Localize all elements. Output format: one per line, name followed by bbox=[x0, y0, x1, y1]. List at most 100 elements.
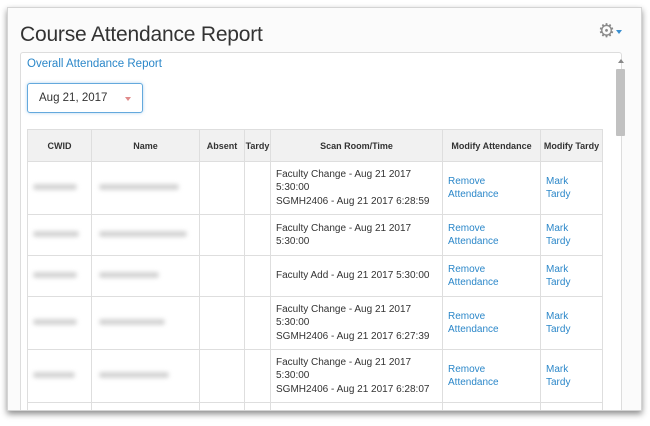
cwid-cell-redacted bbox=[27, 214, 92, 256]
mark-tardy-link[interactable]: Mark Tardy bbox=[540, 296, 603, 350]
name-cell-redacted bbox=[91, 296, 200, 350]
absent-cell bbox=[199, 161, 245, 215]
table-row: Faculty Change - Aug 21 2017 5:30:00 SGM… bbox=[27, 161, 603, 215]
column-header-tardy[interactable]: Tardy bbox=[244, 129, 271, 162]
scan-room-time-cell bbox=[270, 402, 443, 410]
name-cell bbox=[91, 402, 200, 410]
cwid-cell-redacted bbox=[27, 349, 92, 403]
attendance-table: CWID Name Absent Tardy Scan Room/Time Mo… bbox=[27, 129, 603, 410]
scan-line: 5:30:00 bbox=[276, 370, 310, 382]
cwid-cell-redacted bbox=[27, 296, 92, 350]
mark-tardy-link[interactable]: Mark Tardy bbox=[540, 349, 603, 403]
link-text: Attendance bbox=[448, 277, 499, 288]
modify-tardy-cell bbox=[540, 402, 603, 410]
link-text: Attendance bbox=[448, 189, 499, 200]
name-cell-redacted bbox=[91, 214, 200, 256]
absent-cell bbox=[199, 402, 245, 410]
name-cell-redacted bbox=[91, 161, 200, 215]
vertical-scrollbar[interactable] bbox=[615, 57, 627, 410]
tardy-cell bbox=[244, 214, 271, 256]
scan-room-time-cell: Faculty Change - Aug 21 2017 5:30:00 bbox=[270, 214, 443, 256]
scan-line: SGMH2406 - Aug 21 2017 6:28:07 bbox=[276, 383, 430, 395]
scan-line: Faculty Change - Aug 21 2017 bbox=[276, 168, 412, 180]
scroll-up-arrow-icon[interactable] bbox=[618, 59, 624, 63]
link-text: Remove bbox=[448, 263, 486, 275]
column-header-scan-room-time[interactable]: Scan Room/Time bbox=[270, 129, 443, 162]
link-text: Attendance bbox=[448, 377, 499, 388]
date-select-value: Aug 21, 2017 bbox=[39, 92, 108, 104]
column-header-modify-attendance[interactable]: Modify Attendance bbox=[442, 129, 541, 162]
link-text: Mark bbox=[546, 310, 569, 322]
cwid-cell bbox=[27, 402, 92, 410]
link-text: Tardy bbox=[546, 377, 571, 388]
mark-tardy-link[interactable]: Mark Tardy bbox=[540, 161, 603, 215]
mark-tardy-link[interactable]: Mark Tardy bbox=[540, 255, 603, 297]
link-text: Remove bbox=[448, 310, 486, 322]
overall-attendance-link[interactable]: Overall Attendance Report bbox=[27, 58, 162, 70]
report-window: Course Attendance Report ⚙ Overall Atten… bbox=[7, 7, 642, 411]
table-row bbox=[27, 402, 603, 410]
cwid-cell-redacted bbox=[27, 161, 92, 215]
table-row: Faculty Change - Aug 21 2017 5:30:00 SGM… bbox=[27, 296, 603, 350]
link-text: Tardy bbox=[546, 277, 571, 288]
absent-cell bbox=[199, 349, 245, 403]
link-text: Attendance bbox=[448, 324, 499, 335]
link-text: Attendance bbox=[448, 236, 499, 247]
remove-attendance-link[interactable]: Remove Attendance bbox=[442, 161, 541, 215]
remove-attendance-link[interactable]: Remove Attendance bbox=[442, 296, 541, 350]
page-title: Course Attendance Report bbox=[20, 23, 263, 46]
column-header-modify-tardy[interactable]: Modify Tardy bbox=[540, 129, 603, 162]
link-text: Remove bbox=[448, 363, 486, 375]
table-header-row: CWID Name Absent Tardy Scan Room/Time Mo… bbox=[27, 129, 603, 162]
absent-cell bbox=[199, 214, 245, 256]
table-row: Faculty Change - Aug 21 2017 5:30:00 SGM… bbox=[27, 349, 603, 403]
modify-attendance-cell bbox=[442, 402, 541, 410]
mark-tardy-link[interactable]: Mark Tardy bbox=[540, 214, 603, 256]
scroll-thumb[interactable] bbox=[616, 69, 625, 136]
link-text: Tardy bbox=[546, 189, 571, 200]
absent-cell bbox=[199, 296, 245, 350]
date-select[interactable]: Aug 21, 2017 bbox=[27, 83, 143, 113]
tardy-cell bbox=[244, 161, 271, 215]
tardy-cell bbox=[244, 255, 271, 297]
link-text: Remove bbox=[448, 222, 486, 234]
tardy-cell bbox=[244, 349, 271, 403]
scan-line: 5:30:00 bbox=[276, 182, 310, 194]
scan-line: 5:30:00 bbox=[276, 236, 310, 247]
scan-line: SGMH2406 - Aug 21 2017 6:28:59 bbox=[276, 195, 430, 207]
link-text: Mark bbox=[546, 363, 569, 375]
scan-room-time-cell: Faculty Change - Aug 21 2017 5:30:00 SGM… bbox=[270, 161, 443, 215]
link-text: Remove bbox=[448, 175, 486, 187]
absent-cell bbox=[199, 255, 245, 297]
tardy-cell bbox=[244, 296, 271, 350]
scan-room-time-cell: Faculty Add - Aug 21 2017 5:30:00 bbox=[270, 255, 443, 297]
gear-icon: ⚙ bbox=[598, 20, 616, 42]
name-cell-redacted bbox=[91, 349, 200, 403]
column-header-name[interactable]: Name bbox=[91, 129, 200, 162]
column-header-absent[interactable]: Absent bbox=[199, 129, 245, 162]
cwid-cell-redacted bbox=[27, 255, 92, 297]
remove-attendance-link[interactable]: Remove Attendance bbox=[442, 349, 541, 403]
scan-line: 5:30:00 bbox=[276, 317, 310, 329]
link-text: Mark bbox=[546, 263, 569, 275]
tardy-cell bbox=[244, 402, 271, 410]
table-row: Faculty Change - Aug 21 2017 5:30:00 Rem… bbox=[27, 214, 603, 256]
scan-line: Faculty Change - Aug 21 2017 bbox=[276, 222, 412, 234]
remove-attendance-link[interactable]: Remove Attendance bbox=[442, 214, 541, 256]
scan-room-time-cell: Faculty Change - Aug 21 2017 5:30:00 SGM… bbox=[270, 349, 443, 403]
chevron-down-icon bbox=[125, 97, 131, 101]
link-text: Tardy bbox=[546, 324, 571, 335]
scan-line: Faculty Change - Aug 21 2017 bbox=[276, 303, 412, 315]
remove-attendance-link[interactable]: Remove Attendance bbox=[442, 255, 541, 297]
link-text: Tardy bbox=[546, 236, 571, 247]
table-row: Faculty Add - Aug 21 2017 5:30:00 Remove… bbox=[27, 255, 603, 297]
caret-down-icon bbox=[616, 30, 623, 34]
settings-menu[interactable]: ⚙ bbox=[598, 20, 628, 42]
column-header-cwid[interactable]: CWID bbox=[27, 129, 92, 162]
link-text: Mark bbox=[546, 222, 569, 234]
scan-line: Faculty Add - Aug 21 2017 5:30:00 bbox=[276, 270, 430, 282]
name-cell-redacted bbox=[91, 255, 200, 297]
report-panel: Overall Attendance Report Aug 21, 2017 C… bbox=[20, 52, 625, 410]
scan-line: SGMH2406 - Aug 21 2017 6:27:39 bbox=[276, 330, 430, 342]
link-text: Mark bbox=[546, 175, 569, 187]
